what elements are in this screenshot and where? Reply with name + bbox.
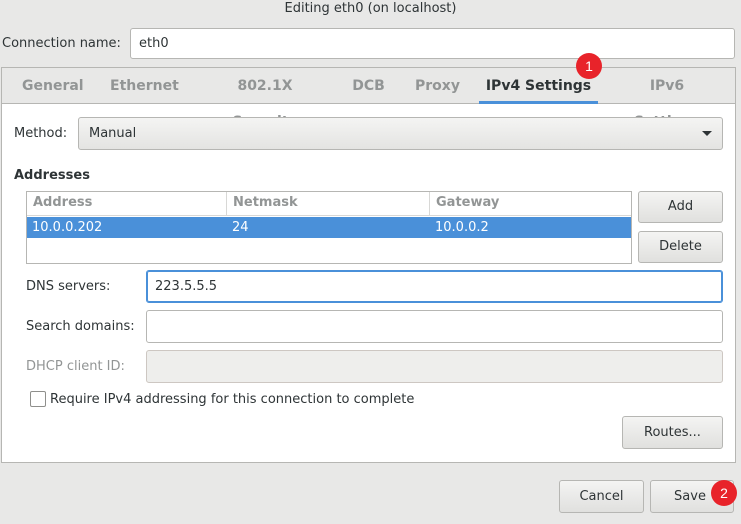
add-address-button[interactable]: Add (638, 191, 723, 223)
require-ipv4-label[interactable]: Require IPv4 addressing for this connect… (50, 392, 414, 407)
dhcp-client-id-input (146, 350, 723, 383)
routes-button[interactable]: Routes... (622, 416, 723, 449)
addresses-heading: Addresses (14, 168, 90, 183)
tab-ethernet[interactable]: Ethernet (110, 68, 179, 104)
tab-proxy[interactable]: Proxy (415, 68, 460, 104)
tab-8021x-security[interactable]: 802.1X Security (206, 68, 324, 130)
require-ipv4-checkbox[interactable] (30, 391, 46, 407)
delete-address-button[interactable]: Delete (638, 231, 723, 263)
search-domains-input[interactable] (146, 310, 723, 343)
method-value: Manual (89, 126, 137, 141)
annotation-badge-1: 1 (576, 53, 602, 79)
gateway-cell[interactable]: 10.0.0.2 (430, 217, 489, 238)
address-cell[interactable]: 10.0.0.202 (27, 217, 102, 238)
cancel-button[interactable]: Cancel (559, 480, 644, 513)
tab-ipv6-settings[interactable]: IPv6 Settings (617, 68, 717, 130)
column-header-address[interactable]: Address (27, 192, 227, 216)
chevron-down-icon (702, 131, 712, 136)
column-header-netmask[interactable]: Netmask (227, 192, 430, 216)
column-header-gateway[interactable]: Gateway (430, 192, 631, 216)
connection-name-label: Connection name: (2, 36, 121, 51)
search-domains-label: Search domains: (26, 319, 135, 334)
netmask-cell[interactable]: 24 (227, 217, 249, 238)
dns-servers-label: DNS servers: (26, 279, 111, 294)
annotation-badge-2: 2 (711, 480, 737, 506)
window-title: Editing eth0 (on localhost) (284, 1, 457, 16)
dns-servers-input[interactable]: 223.5.5.5 (146, 270, 723, 303)
addresses-table: Address Netmask Gateway 10.0.0.202 24 10… (26, 191, 632, 264)
connection-name-input[interactable]: eth0 (130, 28, 735, 59)
tab-general[interactable]: General (22, 68, 84, 104)
addresses-table-header: Address Netmask Gateway (27, 192, 631, 216)
tab-bar: General Ethernet 802.1X Security DCB Pro… (2, 68, 735, 130)
table-row[interactable]: 10.0.0.202 24 10.0.0.2 (27, 217, 631, 238)
dhcp-client-id-label: DHCP client ID: (26, 359, 125, 374)
method-dropdown[interactable]: Manual (78, 117, 723, 150)
tab-dcb[interactable]: DCB (352, 68, 385, 104)
method-label: Method: (14, 126, 68, 141)
